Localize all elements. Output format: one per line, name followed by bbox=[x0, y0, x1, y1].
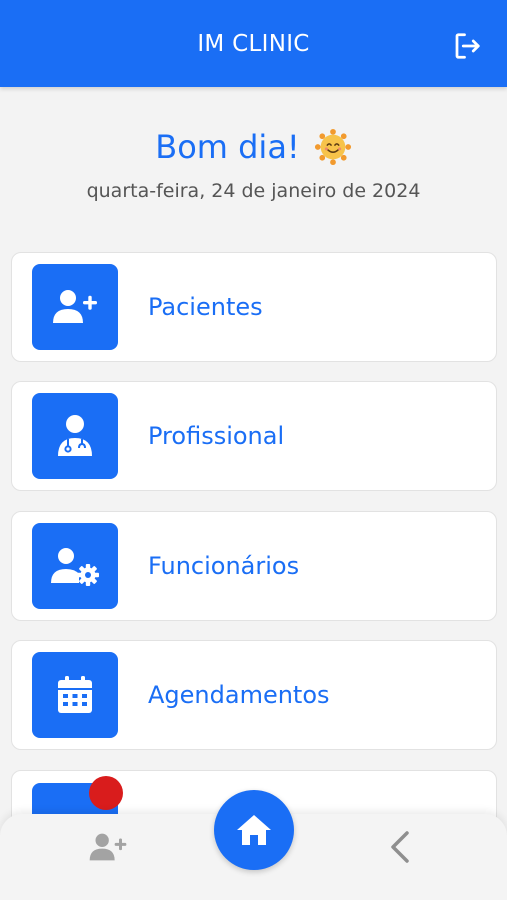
user-plus-icon bbox=[53, 290, 97, 323]
menu-item-pacientes[interactable]: Pacientes bbox=[11, 252, 497, 362]
menu-item-label: Pacientes bbox=[148, 293, 263, 321]
nav-back-button[interactable] bbox=[384, 828, 416, 866]
menu-item-icon-box bbox=[32, 652, 118, 738]
home-icon bbox=[237, 815, 271, 845]
greeting: Bom dia! bbox=[0, 128, 507, 166]
doctor-icon bbox=[58, 415, 92, 456]
nav-add-patient-button[interactable] bbox=[86, 830, 130, 864]
menu-item-label: Funcionários bbox=[148, 552, 300, 580]
menu-item-icon-box bbox=[32, 264, 118, 350]
smiling-sun-icon bbox=[314, 128, 351, 166]
menu-item-profissional[interactable]: Profissional bbox=[11, 381, 497, 491]
menu-item-icon-box bbox=[32, 523, 118, 609]
menu-item-label: Profissional bbox=[148, 422, 285, 450]
user-plus-icon bbox=[89, 833, 127, 861]
menu-item-agendamentos[interactable]: Agendamentos bbox=[11, 640, 497, 750]
notification-badge bbox=[89, 776, 123, 810]
app-bar: IM CLINIC bbox=[0, 0, 507, 87]
app-title: IM CLINIC bbox=[197, 30, 310, 57]
current-date: quarta-feira, 24 de janeiro de 2024 bbox=[86, 180, 421, 202]
menu-item-icon-box bbox=[32, 393, 118, 479]
home-button[interactable] bbox=[214, 790, 294, 870]
logout-button[interactable] bbox=[451, 30, 483, 62]
chevron-left-icon bbox=[391, 831, 409, 863]
menu-item-funcionarios[interactable]: Funcionários bbox=[11, 511, 497, 621]
logout-icon bbox=[455, 33, 480, 59]
calendar-icon bbox=[58, 676, 92, 713]
greeting-text: Bom dia! bbox=[155, 128, 300, 166]
menu-item-label: Agendamentos bbox=[148, 681, 330, 709]
user-gear-icon bbox=[51, 548, 99, 586]
